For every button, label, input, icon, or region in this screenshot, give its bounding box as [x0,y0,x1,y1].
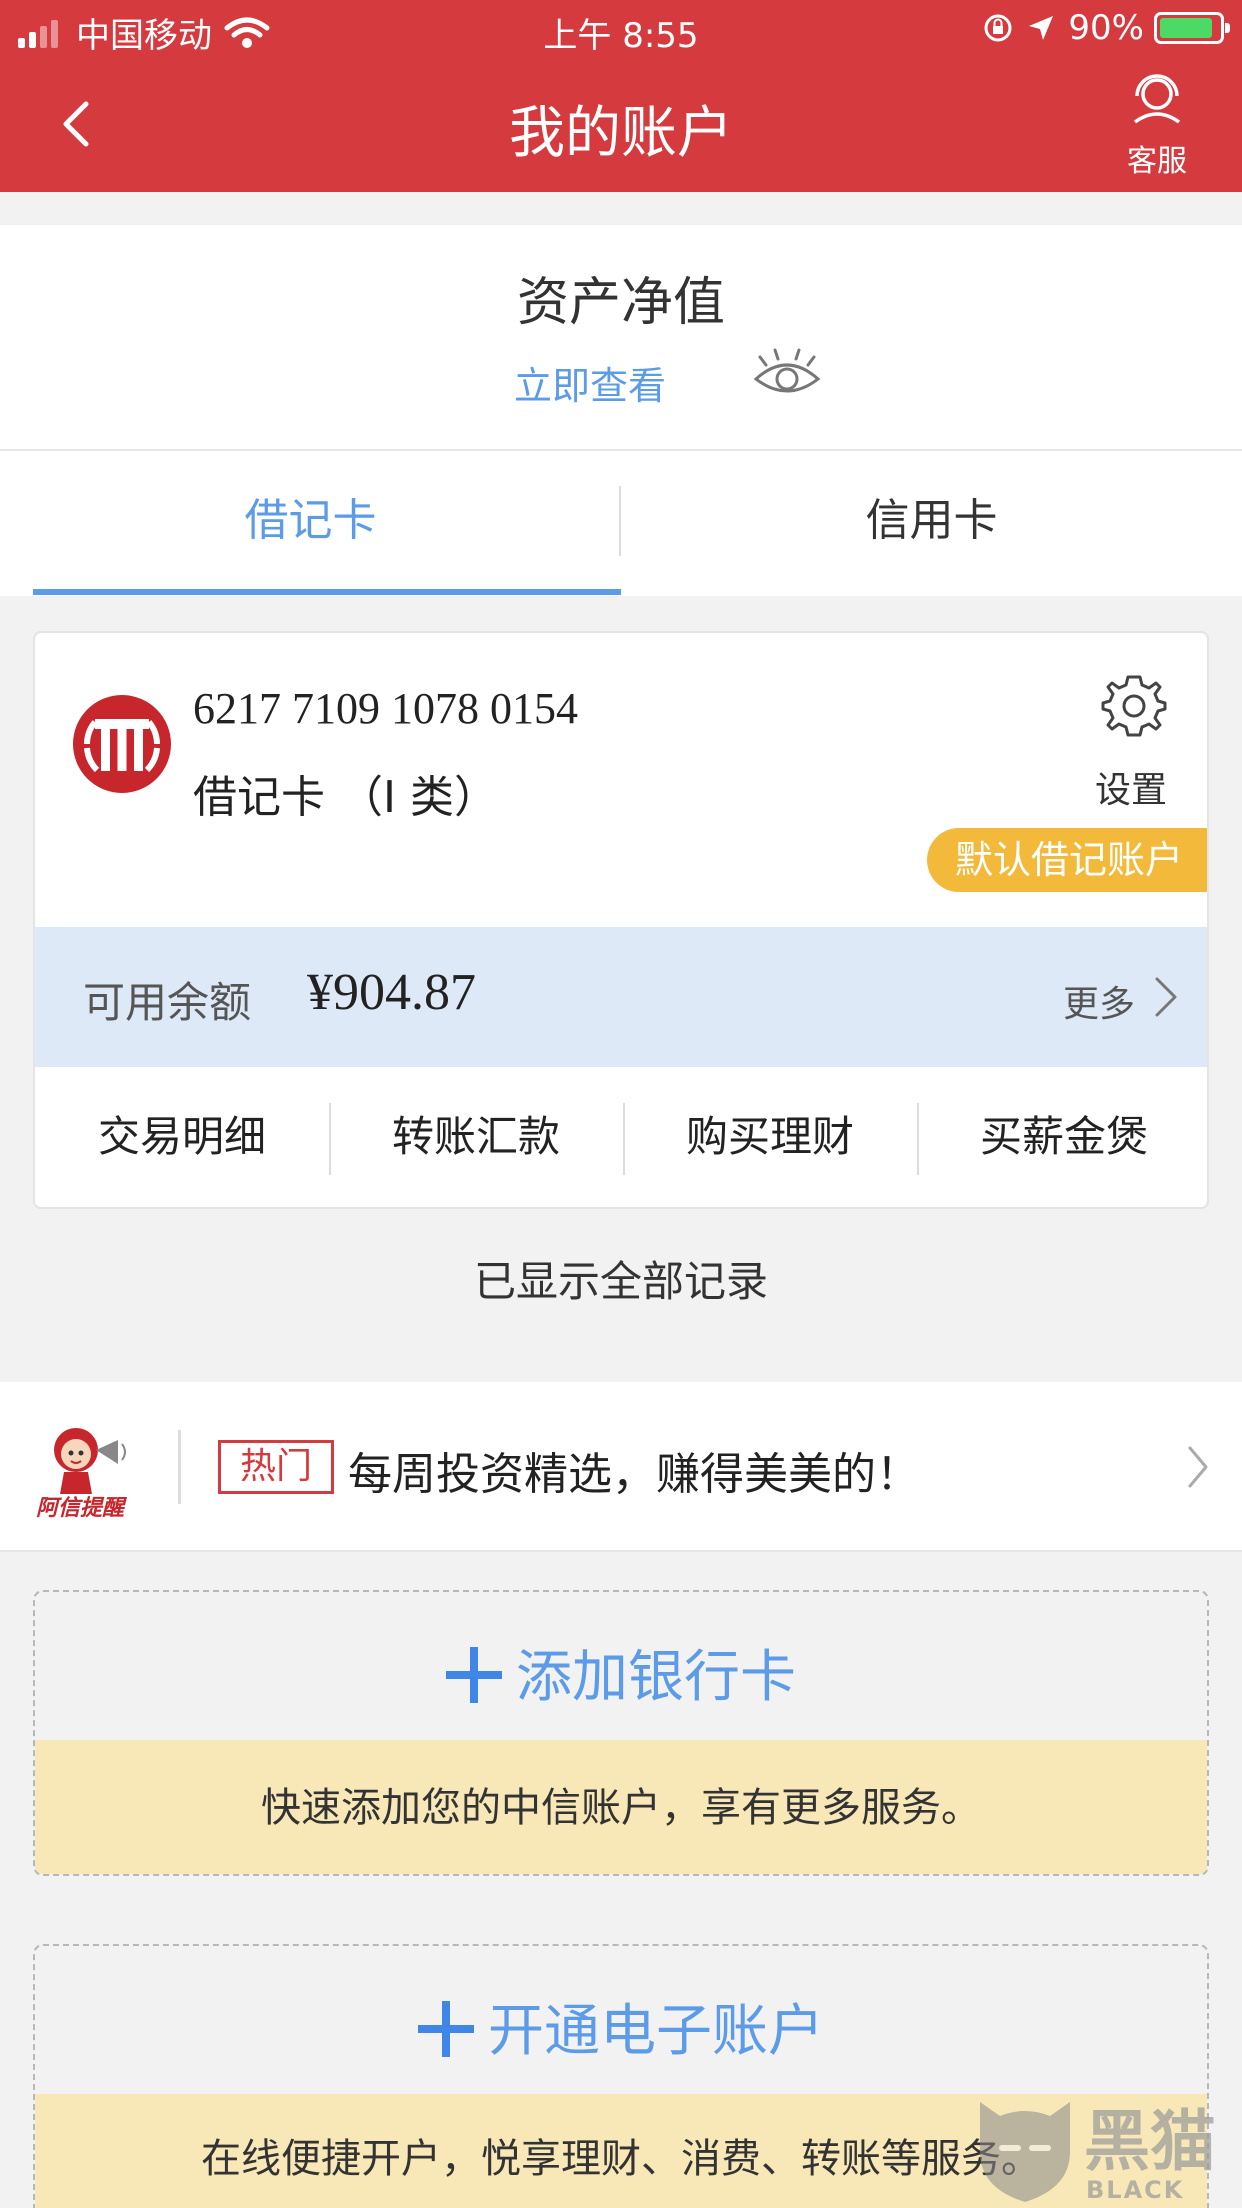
net-asset-title: 资产净值 [516,273,725,333]
mascot-image [54,1428,126,1494]
settings-label[interactable]: 设置 [1095,761,1167,813]
tab-debit-card[interactable]: 借记卡 [0,451,621,596]
debit-card-panel: 6217 7109 1078 0154 借记卡 （I 类） 设置 默认借记账户 … [33,631,1209,1209]
net-asset-section: 资产净值 立即查看 [0,225,1242,451]
cat-shield-logo [980,2102,1070,2202]
location-icon [1029,16,1054,40]
plus-icon [418,2000,474,2057]
card-type-tabs: 借记卡 信用卡 [0,451,1242,596]
add-bank-card-box[interactable]: 添加银行卡 快速添加您的中信账户，享有更多服务。 [33,1590,1209,1876]
plus-icon [446,1646,502,1703]
chevron-right-icon[interactable] [1151,973,1181,1021]
tab-credit-card[interactable]: 信用卡 [621,451,1242,596]
balance-value: ¥904.87 [307,964,476,1021]
headset-icon [1133,74,1181,124]
transfer-button[interactable]: 转账汇款 [329,1067,623,1207]
chevron-right-icon [1188,1446,1208,1488]
view-now-link[interactable]: 立即查看 [514,355,666,410]
battery-percent: 90% [1068,8,1144,48]
add-bank-card-note: 快速添加您的中信账户，享有更多服务。 [35,1740,1207,1874]
watermark-brand: 黑猫 [1084,2103,1216,2180]
customer-service-label: 客服 [1127,144,1187,179]
citic-bank-logo [73,695,171,793]
mascot-caption: 阿信提醒 [36,1496,125,1521]
promo-divider [178,1430,181,1504]
card-actions: 交易明细 转账汇款 购买理财 买薪金煲 [35,1067,1207,1207]
active-tab-indicator [33,589,621,595]
balance-row: 可用余额 ¥904.87 更多 [35,927,1207,1067]
customer-service-button[interactable]: 客服 [1102,70,1212,180]
open-e-account-title: 开通电子账户 [488,1999,824,2064]
status-bar: 中国移动 上午 8:55 90% [0,0,1242,60]
all-records-note: 已显示全部记录 [473,1257,768,1306]
card-number: 6217 7109 1078 0154 [193,684,578,733]
eye-icon[interactable] [752,345,822,405]
gear-icon[interactable] [1101,673,1167,739]
page-title: 我的账户 [509,101,733,166]
more-button[interactable]: 更多 [1063,975,1135,1027]
balance-label: 可用余额 [83,978,252,1027]
battery-icon [1154,12,1230,44]
buy-xinjinbao-button[interactable]: 买薪金煲 [917,1067,1207,1207]
promo-text: 每周投资精选，赚得美美的！ [348,1449,920,1500]
hot-tag: 热门 [218,1440,334,1494]
nav-bar: 我的账户 客服 [0,60,1242,192]
transaction-details-button[interactable]: 交易明细 [35,1067,329,1207]
add-bank-card-title: 添加银行卡 [516,1645,796,1710]
watermark-sub: BLACK CAT [1086,2176,1185,2208]
buy-wealth-product-button[interactable]: 购买理财 [623,1067,917,1207]
card-type: 借记卡 （I 类） [193,772,498,823]
orientation-lock-icon [984,14,1012,42]
black-cat-watermark: 黑猫 BLACK CAT [960,2088,1242,2208]
promo-banner[interactable]: 阿信提醒 热门 每周投资精选，赚得美美的！ [0,1382,1242,1552]
default-account-badge: 默认借记账户 [927,828,1207,892]
